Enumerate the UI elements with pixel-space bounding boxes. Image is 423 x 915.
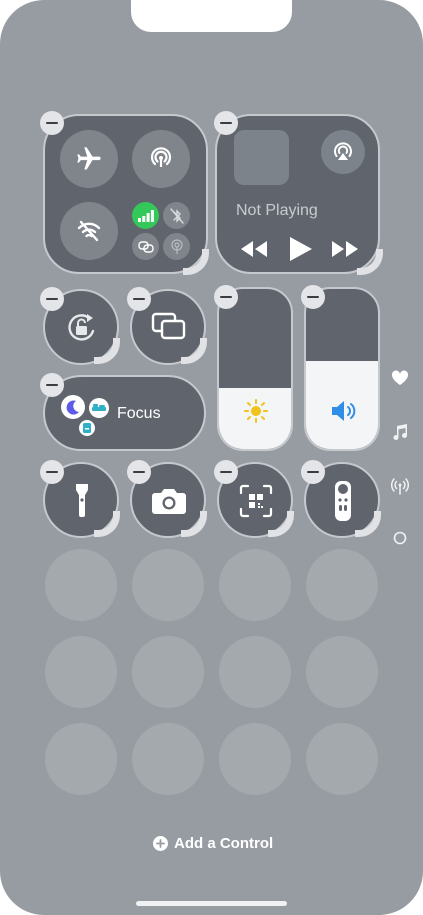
remove-apple-tv-remote-button[interactable] bbox=[301, 460, 325, 484]
brightness-slider[interactable] bbox=[217, 287, 293, 451]
airplay-icon bbox=[334, 142, 352, 160]
resize-handle[interactable] bbox=[181, 511, 207, 537]
id-badge bbox=[79, 420, 95, 436]
fast-forward-icon bbox=[332, 241, 358, 257]
plus-circle-icon bbox=[153, 835, 168, 851]
resize-handle[interactable] bbox=[357, 249, 383, 275]
rewind-button[interactable] bbox=[239, 236, 269, 262]
empty-slot[interactable] bbox=[45, 723, 117, 795]
remove-flashlight-button[interactable] bbox=[40, 460, 64, 484]
empty-slot[interactable] bbox=[219, 723, 291, 795]
resize-handle[interactable] bbox=[268, 511, 294, 537]
fast-forward-button[interactable] bbox=[330, 236, 360, 262]
empty-slot[interactable] bbox=[306, 723, 378, 795]
now-playing-status: Not Playing bbox=[236, 202, 318, 219]
music-note-icon bbox=[393, 424, 407, 440]
new-page-indicator[interactable] bbox=[389, 527, 411, 549]
rewind-icon bbox=[241, 241, 267, 257]
bluetooth-button[interactable] bbox=[163, 202, 190, 229]
resize-handle[interactable] bbox=[183, 249, 209, 275]
play-button[interactable] bbox=[286, 234, 316, 264]
empty-slot[interactable] bbox=[132, 723, 204, 795]
empty-slot[interactable] bbox=[219, 549, 291, 621]
add-control-button[interactable]: Add a Control bbox=[153, 832, 273, 854]
focus-label: Focus bbox=[117, 405, 161, 422]
empty-slot[interactable] bbox=[306, 549, 378, 621]
wifi-button[interactable] bbox=[60, 202, 118, 260]
cellular-icon bbox=[137, 209, 154, 222]
heart-icon bbox=[391, 370, 409, 385]
now-playing-module[interactable]: Not Playing bbox=[215, 114, 380, 274]
cellular-button[interactable] bbox=[132, 202, 159, 229]
resize-handle[interactable] bbox=[94, 511, 120, 537]
antenna-icon bbox=[390, 478, 410, 495]
remove-rotation-lock-button[interactable] bbox=[40, 287, 64, 311]
empty-slot[interactable] bbox=[132, 636, 204, 708]
speaker-icon bbox=[332, 401, 356, 421]
focus-button[interactable]: Focus bbox=[43, 375, 206, 451]
resize-handle[interactable] bbox=[181, 338, 207, 364]
remove-connectivity-button[interactable] bbox=[40, 111, 64, 135]
moon-badge bbox=[61, 395, 85, 419]
airdrop-icon bbox=[150, 147, 172, 167]
bed-icon bbox=[92, 404, 106, 411]
play-icon bbox=[290, 237, 312, 261]
remove-volume-button[interactable] bbox=[301, 285, 325, 309]
add-control-label: Add a Control bbox=[174, 834, 274, 852]
moon-icon bbox=[66, 400, 79, 415]
resize-handle[interactable] bbox=[94, 338, 120, 364]
airplay-button[interactable] bbox=[321, 130, 365, 174]
home-indicator[interactable] bbox=[136, 901, 287, 906]
airdrop-button[interactable] bbox=[132, 130, 190, 188]
empty-slot[interactable] bbox=[132, 549, 204, 621]
notch bbox=[131, 0, 292, 32]
empty-slot[interactable] bbox=[219, 636, 291, 708]
connectivity-page-indicator[interactable] bbox=[389, 475, 411, 497]
screen-mirroring-link-icon bbox=[137, 240, 154, 253]
remove-focus-button[interactable] bbox=[40, 373, 64, 397]
remove-brightness-button[interactable] bbox=[214, 285, 238, 309]
circle-icon bbox=[393, 531, 407, 545]
resize-handle[interactable] bbox=[355, 511, 381, 537]
music-page-indicator[interactable] bbox=[389, 421, 411, 443]
remove-code-scanner-button[interactable] bbox=[214, 460, 238, 484]
remove-camera-button[interactable] bbox=[127, 460, 151, 484]
empty-slot[interactable] bbox=[45, 636, 117, 708]
screen-link-button[interactable] bbox=[132, 233, 159, 260]
bed-badge bbox=[89, 398, 109, 418]
flashlight-icon bbox=[76, 484, 88, 517]
favorites-page-indicator[interactable] bbox=[389, 367, 411, 389]
sun-icon bbox=[244, 399, 268, 423]
wifi-off-icon bbox=[77, 220, 101, 242]
apple-tv-remote-icon bbox=[335, 481, 351, 521]
empty-slot[interactable] bbox=[45, 549, 117, 621]
control-center-edit-screen: Not Playing Focus Add a Control bbox=[0, 0, 423, 915]
hotspot-icon bbox=[170, 238, 183, 254]
empty-slot[interactable] bbox=[306, 636, 378, 708]
album-art-placeholder bbox=[234, 130, 289, 185]
remove-screen-mirroring-button[interactable] bbox=[127, 287, 151, 311]
airplane-mode-button[interactable] bbox=[60, 130, 118, 188]
badge-icon bbox=[83, 423, 91, 433]
bluetooth-off-icon bbox=[169, 207, 184, 224]
airplane-icon bbox=[77, 147, 101, 170]
remove-now-playing-button[interactable] bbox=[214, 111, 238, 135]
volume-slider[interactable] bbox=[304, 287, 380, 451]
